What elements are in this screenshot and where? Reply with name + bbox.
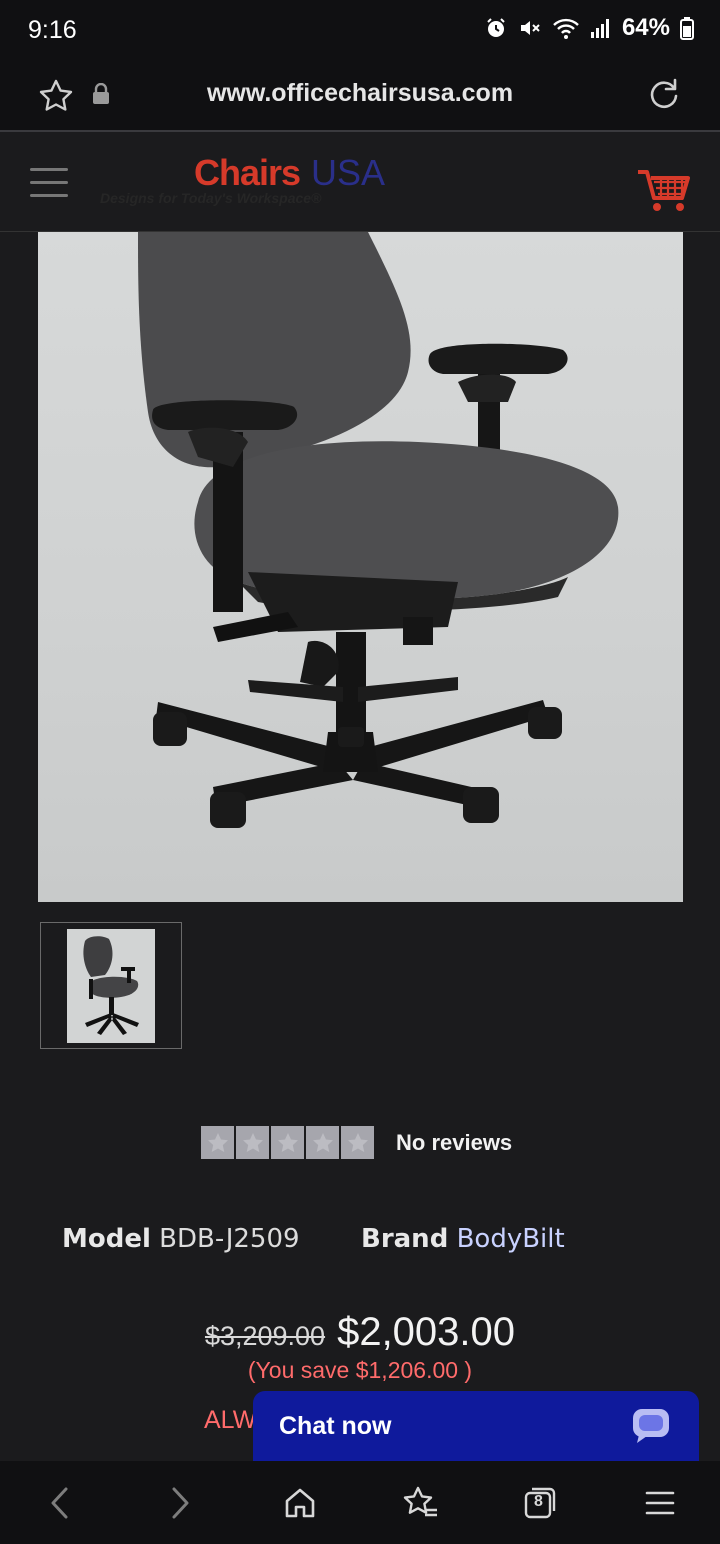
url-text[interactable]: www.officechairsusa.com [0,79,720,108]
product-thumbnail[interactable] [40,922,182,1049]
signal-icon [590,19,609,38]
reload-icon[interactable] [646,76,682,112]
menu-icon [645,1491,675,1515]
chat-bubble-icon [633,1409,669,1443]
reviews-summary[interactable]: No reviews [201,1126,512,1159]
always-text: ALW [204,1406,257,1434]
logo-usa: USA [311,152,386,193]
new-price: $2,003.00 [337,1310,516,1354]
site-header: Chairs USA Designs for Today's Workspace… [0,134,720,232]
chat-now-button[interactable]: Chat now [253,1391,699,1461]
bookmarks-button[interactable] [398,1481,442,1525]
wifi-icon [553,18,579,39]
brand-label: Brand [361,1224,449,1254]
logo-tagline: Designs for Today's Workspace® [100,190,322,206]
thumbnail-image [67,929,155,1043]
model-value: BDB-J2509 [159,1224,300,1254]
reviews-text: No reviews [396,1129,513,1155]
home-button[interactable] [278,1481,322,1525]
status-bar: 9:16 64% [0,0,720,62]
star-rating-icon [271,1126,304,1159]
status-time: 9:16 [28,16,77,44]
status-icons: 64% [484,14,694,42]
battery-icon [680,17,694,40]
tab-count: 8 [534,1493,543,1510]
battery-text: 64% [621,14,670,41]
forward-button[interactable] [158,1481,202,1525]
menu-button[interactable] [638,1481,682,1525]
rating-stars [201,1126,374,1159]
mute-icon [520,21,540,35]
model-label: Model [62,1224,151,1254]
browser-bottom-nav: 8 [0,1461,720,1544]
hamburger-menu-icon[interactable] [30,168,68,198]
price-row: $3,209.00 $2,003.00 [0,1310,720,1355]
cart-icon[interactable] [636,168,692,214]
savings-text: (You save $1,206.00 ) [247,1357,473,1383]
forward-icon [172,1487,189,1519]
star-rating-icon [236,1126,269,1159]
chat-label: Chat now [279,1412,392,1440]
browser-url-bar[interactable]: www.officechairsusa.com [0,62,720,132]
star-rating-icon [341,1126,374,1159]
model-spec: Model BDB-J2509 [62,1224,300,1254]
brand-spec: Brand BodyBilt [361,1224,565,1254]
logo-brand: Chairs [194,152,301,193]
star-rating-icon [201,1126,234,1159]
tabs-button[interactable]: 8 [518,1481,562,1525]
back-button[interactable] [38,1481,82,1525]
alarm-icon [487,18,505,37]
home-icon [285,1488,315,1518]
brand-link[interactable]: BodyBilt [457,1224,565,1254]
bookmarks-icon [403,1486,437,1517]
old-price: $3,209.00 [204,1321,326,1351]
star-rating-icon [306,1126,339,1159]
product-image[interactable] [38,232,683,902]
back-icon [51,1487,68,1519]
site-logo[interactable]: Chairs USA Designs for Today's Workspace… [100,152,430,214]
